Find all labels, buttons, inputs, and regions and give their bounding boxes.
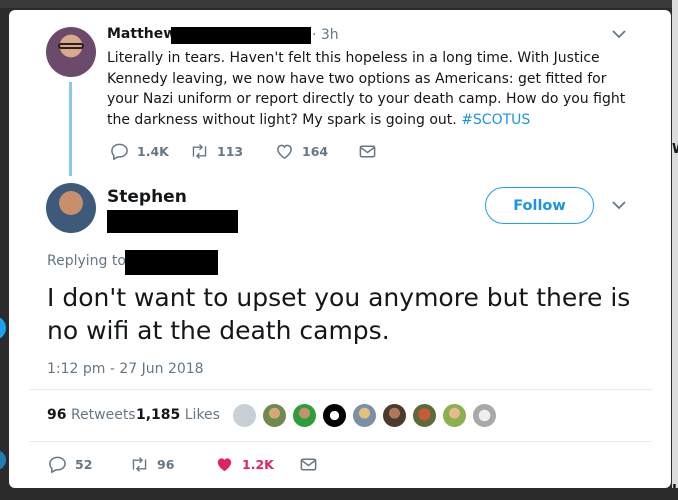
heart-filled-icon xyxy=(217,458,232,472)
divider xyxy=(29,389,652,390)
retweet-count: 96 xyxy=(157,457,175,472)
redaction-bar xyxy=(107,210,238,233)
tweet-timestamp[interactable]: 1:12 pm - 27 Jun 2018 xyxy=(47,361,204,377)
retweet-stat[interactable]: 96 Retweets xyxy=(47,407,136,423)
like-total: 1,185 xyxy=(136,407,181,423)
liker-avatar[interactable] xyxy=(292,403,317,428)
reply-count: 52 xyxy=(75,457,93,472)
author-name[interactable]: Matthew xyxy=(107,26,176,42)
like-stat[interactable]: 1,185 Likes xyxy=(136,407,220,423)
tweet-actions: 52 96 1.2K xyxy=(48,455,348,477)
follow-button[interactable]: Follow xyxy=(485,187,594,224)
divider xyxy=(29,441,652,442)
avatar[interactable] xyxy=(46,27,96,77)
liker-avatar[interactable] xyxy=(232,403,257,428)
heart-icon xyxy=(277,144,292,160)
liker-avatar[interactable] xyxy=(472,403,497,428)
envelope-icon xyxy=(359,145,376,158)
like-count: 1.2K xyxy=(242,457,274,472)
like-button[interactable]: 1.2K xyxy=(215,455,274,474)
likes-label: Likes xyxy=(184,407,220,423)
background-text-fragment: W xyxy=(672,142,678,157)
tweet-body-text: Literally in tears. Haven't felt this ho… xyxy=(107,50,626,128)
background-element xyxy=(0,316,6,340)
reply-button[interactable]: 1.4K xyxy=(110,142,169,161)
thread-connector-line xyxy=(69,82,72,176)
retweet-count: 113 xyxy=(217,144,244,159)
chevron-down-icon[interactable] xyxy=(612,28,626,43)
like-button[interactable]: 164 xyxy=(275,142,328,161)
replying-to-label: Replying to xyxy=(47,253,126,269)
envelope-icon xyxy=(300,458,317,471)
reply-icon xyxy=(49,456,66,474)
retweet-button[interactable]: 113 xyxy=(190,142,243,161)
direct-message-button[interactable] xyxy=(299,455,318,474)
liker-avatar[interactable] xyxy=(322,403,347,428)
direct-message-button[interactable] xyxy=(358,142,377,161)
liker-avatar[interactable] xyxy=(412,403,437,428)
reply-icon xyxy=(111,143,128,161)
tweet-text: I don't want to upset you anymore but th… xyxy=(47,283,631,345)
hashtag-link[interactable]: #SCOTUS xyxy=(461,112,530,128)
retweet-icon xyxy=(192,144,207,159)
avatar[interactable] xyxy=(46,183,96,233)
reply-button[interactable]: 52 xyxy=(48,455,92,474)
chevron-down-icon[interactable] xyxy=(612,199,626,214)
liker-avatar[interactable] xyxy=(262,403,287,428)
like-count: 164 xyxy=(302,144,329,159)
tweet-text: Literally in tears. Haven't felt this ho… xyxy=(107,48,627,130)
glasses-graphic xyxy=(58,43,84,49)
tweet-actions: 1.4K 113 164 xyxy=(107,142,407,164)
modal-backdrop-bottom[interactable] xyxy=(0,488,678,500)
modal-backdrop-top[interactable] xyxy=(0,0,678,8)
liker-avatar[interactable] xyxy=(382,403,407,428)
author-name[interactable]: Stephen xyxy=(107,187,187,207)
retweets-label: Retweets xyxy=(70,407,136,423)
redaction-bar xyxy=(171,27,311,44)
liker-avatar[interactable] xyxy=(442,403,467,428)
background-element xyxy=(0,450,6,470)
retweet-icon xyxy=(132,457,147,472)
tweet-time[interactable]: · 3h xyxy=(312,27,339,43)
liker-avatar[interactable] xyxy=(352,403,377,428)
redaction-bar xyxy=(125,250,218,275)
retweet-button[interactable]: 96 xyxy=(130,455,174,474)
retweet-total: 96 xyxy=(47,407,67,423)
reply-count: 1.4K xyxy=(137,144,169,159)
background-timeline-edge: W U xyxy=(672,0,678,500)
